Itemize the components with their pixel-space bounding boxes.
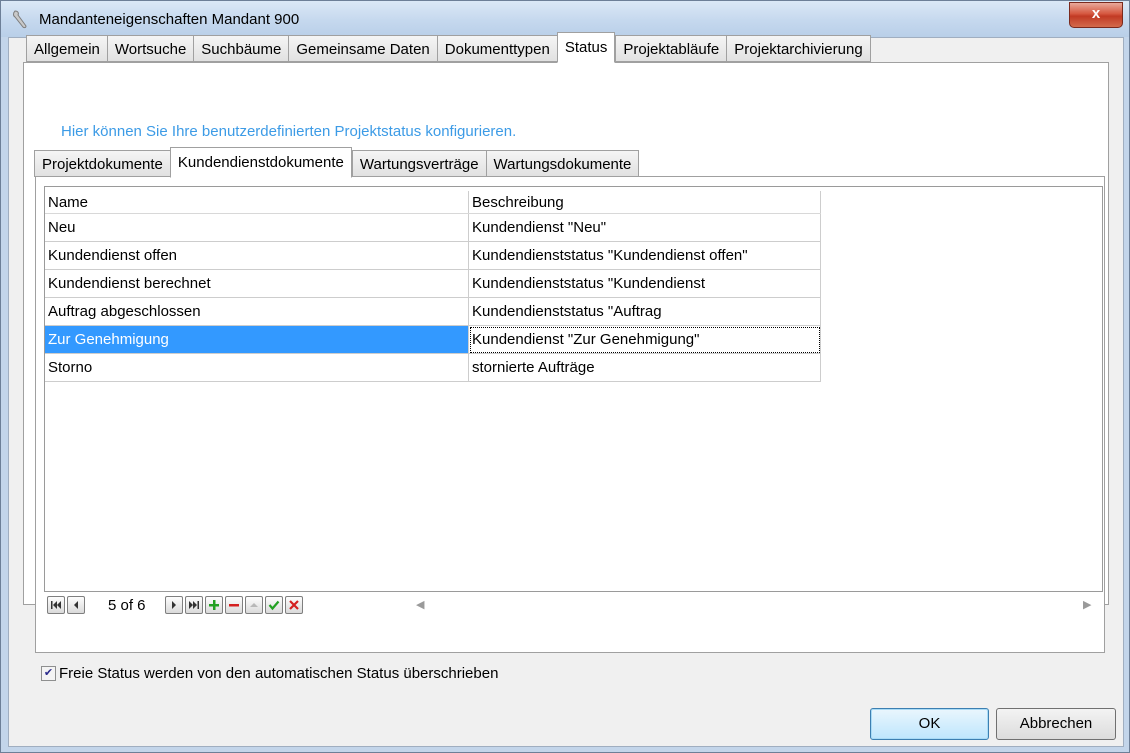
table-row[interactable]: Neu Kundendienst "Neu" [45,213,821,242]
cancel-button[interactable]: Abbrechen [996,708,1116,740]
move-up-button[interactable] [245,596,263,614]
confirm-icon [268,600,280,611]
dialog-window: Mandanteneigenschaften Mandant 900 x All… [0,0,1130,753]
next-record-button[interactable] [165,596,183,614]
last-icon [189,601,199,609]
tab-suchbaeume[interactable]: Suchbäume [193,35,289,62]
cell-description[interactable]: stornierte Aufträge [468,353,821,382]
record-position: 5 of 6 [108,597,146,614]
sub-tab-strip: Projektdokumente Kundendienstdokumente W… [34,147,640,178]
table-header-row: Name Beschreibung [45,191,821,214]
table-row[interactable]: Kundendienst offen Kundendienststatus "K… [45,241,821,270]
prev-icon [74,601,78,609]
first-icon [51,601,61,609]
wrench-icon [13,10,27,29]
table-row[interactable]: Kundendienst berechnet Kundendienststatu… [45,269,821,298]
delete-icon [229,604,239,607]
overwrite-status-label: Freie Status werden von den automatische… [59,665,499,682]
window-title: Mandanteneigenschaften Mandant 900 [39,11,300,28]
tab-dokumenttypen[interactable]: Dokumenttypen [436,35,557,62]
scroll-right-icon[interactable]: ▶ [1083,598,1091,611]
tab-allgemein[interactable]: Allgemein [26,35,107,62]
cell-description[interactable]: Kundendienst "Zur Genehmigung" [468,325,821,354]
table-row[interactable]: Storno stornierte Aufträge [45,353,821,382]
add-icon [209,600,219,610]
hint-text: Hier können Sie Ihre benutzerdefinierten… [61,123,517,140]
subtab-wartungsvertraege[interactable]: Wartungsverträge [351,150,486,177]
add-record-button[interactable] [205,596,223,614]
cell-name[interactable]: Kundendienst berechnet [45,269,469,298]
cell-name[interactable]: Neu [45,213,469,242]
data-navigator: 5 of 6 ◀ ▶ [45,592,1099,621]
subtab-kundendienstdokumente[interactable]: Kundendienstdokumente [169,147,352,178]
status-table: Name Beschreibung Neu Kundendienst "Neu"… [45,191,821,382]
cancel-icon [289,600,299,610]
tab-projektarchivierung[interactable]: Projektarchivierung [726,35,871,62]
tab-wortsuche[interactable]: Wortsuche [106,35,194,62]
move-up-icon [250,603,258,607]
table-row[interactable]: Auftrag abgeschlossen Kundendienststatus… [45,297,821,326]
cell-description[interactable]: Kundendienststatus "Auftrag [468,297,821,326]
subtab-projektdokumente[interactable]: Projektdokumente [34,150,170,177]
next-icon [172,601,176,609]
scroll-left-icon[interactable]: ◀ [416,598,424,611]
cell-name[interactable]: Storno [45,353,469,382]
close-button[interactable]: x [1069,2,1123,28]
column-header-beschreibung[interactable]: Beschreibung [468,191,821,214]
overwrite-status-checkbox[interactable]: ✔ [41,666,56,681]
tab-status[interactable]: Status [556,32,616,63]
tab-projektablaeufe[interactable]: Projektabläufe [615,35,727,62]
column-header-name[interactable]: Name [45,191,469,214]
cell-description[interactable]: Kundendienststatus "Kundendienst [468,269,821,298]
confirm-button[interactable] [265,596,283,614]
cell-name[interactable]: Auftrag abgeschlossen [45,297,469,326]
main-tab-strip: Allgemein Wortsuche Suchbäume Gemeinsame… [26,32,871,63]
cancel-edit-button[interactable] [285,596,303,614]
delete-record-button[interactable] [225,596,243,614]
tab-gemeinsame-daten[interactable]: Gemeinsame Daten [288,35,437,62]
last-record-button[interactable] [185,596,203,614]
previous-record-button[interactable] [67,596,85,614]
cell-name[interactable]: Kundendienst offen [45,241,469,270]
first-record-button[interactable] [47,596,65,614]
cell-description[interactable]: Kundendienst "Neu" [468,213,821,242]
cell-description[interactable]: Kundendienststatus "Kundendienst offen" [468,241,821,270]
cell-name[interactable]: Zur Genehmigung [45,325,469,354]
subtab-wartungsdokumente[interactable]: Wartungsdokumente [485,150,640,177]
table-row-selected[interactable]: Zur Genehmigung Kundendienst "Zur Genehm… [45,325,821,354]
ok-button[interactable]: OK [870,708,989,740]
